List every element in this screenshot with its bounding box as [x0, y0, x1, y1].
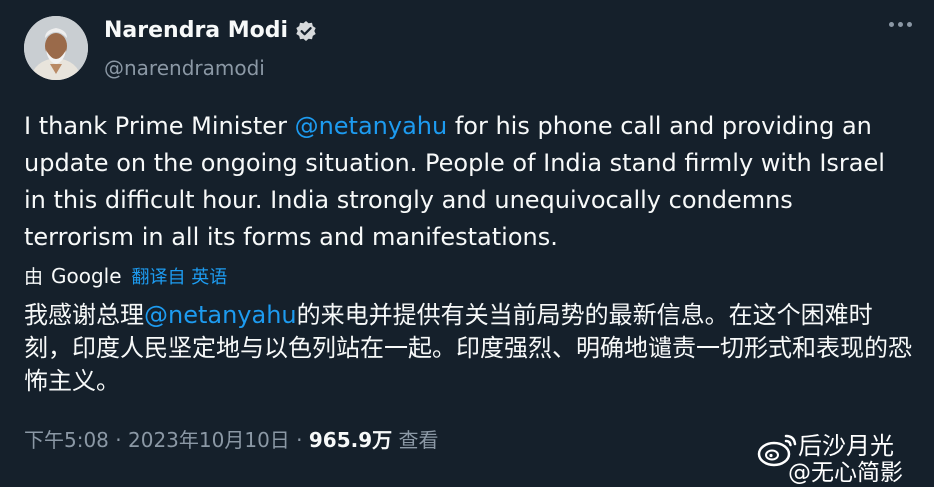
tweet-time[interactable]: 下午5:08 [24, 428, 109, 452]
translated-text-part: 我感谢总理 [24, 301, 144, 329]
watermark-line2: @无心简影 [788, 460, 903, 486]
views-label: 查看 [398, 428, 439, 452]
tweet-date[interactable]: 2023年10月10日 [128, 428, 290, 452]
author-handle[interactable]: @narendramodi [104, 56, 265, 80]
translation-attribution: 由 Google 翻译自 英语 [24, 262, 227, 289]
translated-text: 我感谢总理@netanyahu的来电并提供有关当前局势的最新信息。在这个困难时刻… [24, 299, 914, 398]
meta-separator: · [296, 428, 303, 452]
translated-from-link[interactable]: 翻译自 英语 [132, 263, 228, 289]
views-count: 965.9万 [308, 428, 393, 452]
avatar-image [24, 16, 88, 80]
avatar[interactable] [24, 16, 88, 80]
tweet-text-part: I thank Prime Minister [24, 112, 295, 140]
translated-by-label: 由 [24, 266, 44, 288]
tweet-meta: 下午5:08 · 2023年10月10日 · 965.9万 查看 [24, 424, 439, 453]
meta-separator: · [115, 428, 122, 452]
translated-mention-link[interactable]: @netanyahu [144, 301, 297, 329]
tweet-text: I thank Prime Minister @netanyahu for hi… [24, 108, 904, 256]
google-logo: Google [51, 263, 122, 288]
weibo-watermark: 后沙月光 @无心简影 [756, 426, 926, 486]
mention-link[interactable]: @netanyahu [295, 112, 448, 140]
more-options-icon[interactable] [889, 22, 912, 27]
verified-badge-icon [295, 20, 317, 42]
author-name-row[interactable]: Narendra Modi [104, 18, 317, 43]
author-name[interactable]: Narendra Modi [104, 18, 288, 43]
